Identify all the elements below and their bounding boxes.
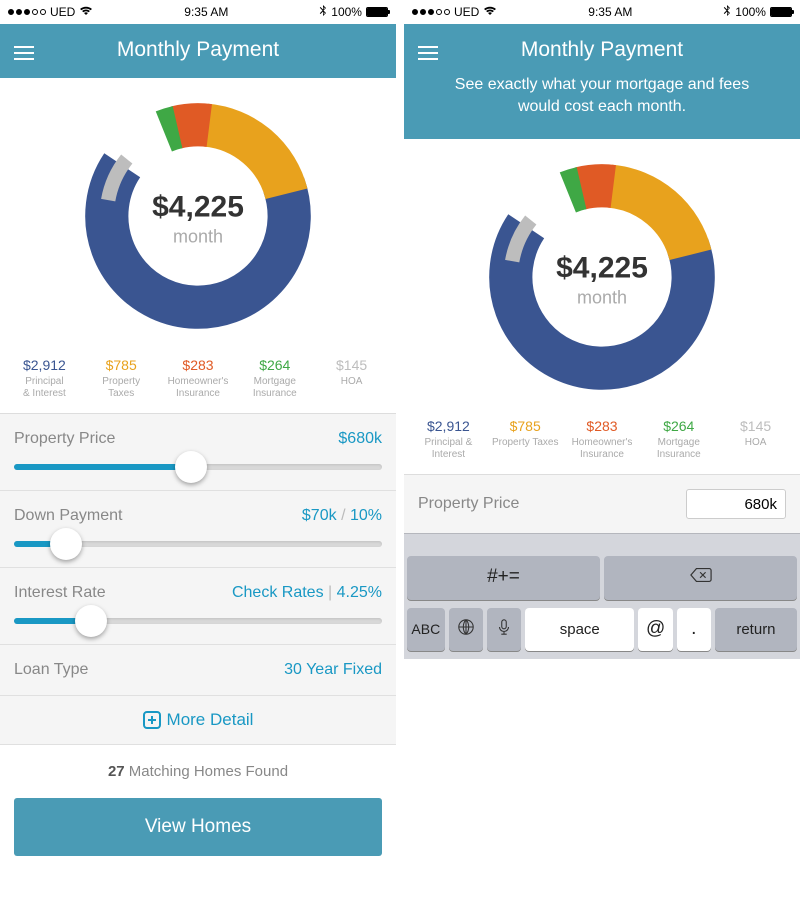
property-price-row: Property Price $680k [0,414,396,491]
interest-rate-row: Interest Rate Check Rates | 4.25% [0,568,396,645]
more-detail-button[interactable]: More Detail [0,696,396,745]
slider-label: Property Price [14,430,115,448]
legend-label: HOA [717,437,794,449]
legend-label: Homeowner's Insurance [564,437,641,460]
legend-value: $145 [717,418,794,434]
keyboard-at-key[interactable]: @ [638,608,672,651]
signal-dots-icon [8,9,46,15]
legend-label: HOA [313,376,390,388]
keyboard-return-key[interactable]: return [715,608,797,651]
interest-rate-slider[interactable] [14,618,382,624]
property-price-input-row: Property Price [404,474,800,533]
battery-icon [770,7,792,17]
keyboard-abc-key[interactable]: ABC [407,608,445,651]
bluetooth-icon [319,5,327,20]
keyboard-backspace-key[interactable] [604,556,797,600]
page-title: Monthly Payment [418,38,786,62]
legend-label: Principal & Interest [410,437,487,460]
property-price-input[interactable] [686,489,786,519]
carrier-label: UED [50,5,75,19]
clock-label: 9:35 AM [588,5,632,19]
slider-value: $70k / 10% [302,507,382,525]
legend-label: Principal& Interest [6,376,83,399]
legend-label: Mortgage Insurance [640,437,717,460]
donut-amount: $4,225 [152,190,244,224]
slider-label: Loan Type [14,661,88,679]
payment-donut-chart: $4,225 month [482,157,722,402]
legend-value: $145 [313,357,390,373]
keyboard-dot-key[interactable]: . [677,608,711,651]
check-rates-link[interactable]: Check Rates [232,584,324,601]
legend-value: $283 [160,357,237,373]
bluetooth-icon [723,5,731,20]
clock-label: 9:35 AM [184,5,228,19]
legend-value: $264 [640,418,717,434]
page-title: Monthly Payment [14,38,382,62]
wifi-icon [79,5,93,19]
battery-pct-label: 100% [735,5,766,19]
down-payment-row: Down Payment $70k / 10% [0,491,396,568]
legend-value: $264 [236,357,313,373]
page-subtitle: See exactly what your mortgage and fees … [418,74,786,117]
donut-legend: $2,912 Principal & Interest $785 Property … [404,408,800,474]
wifi-icon [483,5,497,19]
view-homes-button[interactable]: View Homes [14,798,382,856]
keyboard-shift-key[interactable]: #+= [407,556,600,600]
loan-type-row[interactable]: Loan Type 30 Year Fixed [0,645,396,696]
legend-value: $2,912 [6,357,83,373]
matching-homes-label: 27 Matching Homes Found [0,745,396,798]
status-bar: UED 9:35 AM 100% [0,0,396,24]
keyboard-space-key[interactable]: space [525,608,634,651]
keyboard-globe-key[interactable] [449,608,483,651]
slider-label: Interest Rate [14,584,106,602]
legend-value: $2,912 [410,418,487,434]
property-price-slider[interactable] [14,464,382,470]
app-header: Monthly Payment [0,24,396,78]
phone-screen-right: UED 9:35 AM 100% Monthly Payment See exa… [404,0,800,908]
keyboard-mic-key[interactable] [487,608,521,651]
menu-icon[interactable] [418,42,438,64]
plus-icon [143,711,161,729]
menu-icon[interactable] [14,42,34,64]
down-payment-slider[interactable] [14,541,382,547]
slider-value: Check Rates | 4.25% [232,584,382,602]
legend-label: Property Taxes [487,437,564,449]
carrier-label: UED [454,5,479,19]
app-header: Monthly Payment See exactly what your mo… [404,24,800,139]
donut-period: month [152,226,244,247]
input-label: Property Price [418,495,519,513]
slider-value: $680k [338,430,382,448]
status-bar: UED 9:35 AM 100% [404,0,800,24]
legend-label: Homeowner'sInsurance [160,376,237,399]
donut-legend: $2,912 Principal& Interest $785 PropertyTa… [0,347,396,413]
legend-label: MortgageInsurance [236,376,313,399]
payment-donut-chart: $4,225 month [78,96,318,341]
battery-pct-label: 100% [331,5,362,19]
battery-icon [366,7,388,17]
keyboard: #+= ABC space @ . return [404,533,800,659]
donut-period: month [556,287,648,308]
legend-value: $785 [83,357,160,373]
phone-screen-left: UED 9:35 AM 100% Monthly Payment [0,0,396,910]
slider-label: Down Payment [14,507,123,525]
donut-amount: $4,225 [556,251,648,285]
legend-value: $785 [487,418,564,434]
sliders-panel: Property Price $680k Down Payment $70k /… [0,413,396,745]
signal-dots-icon [412,9,450,15]
legend-label: PropertyTaxes [83,376,160,399]
loan-type-value: 30 Year Fixed [284,661,382,679]
legend-value: $283 [564,418,641,434]
